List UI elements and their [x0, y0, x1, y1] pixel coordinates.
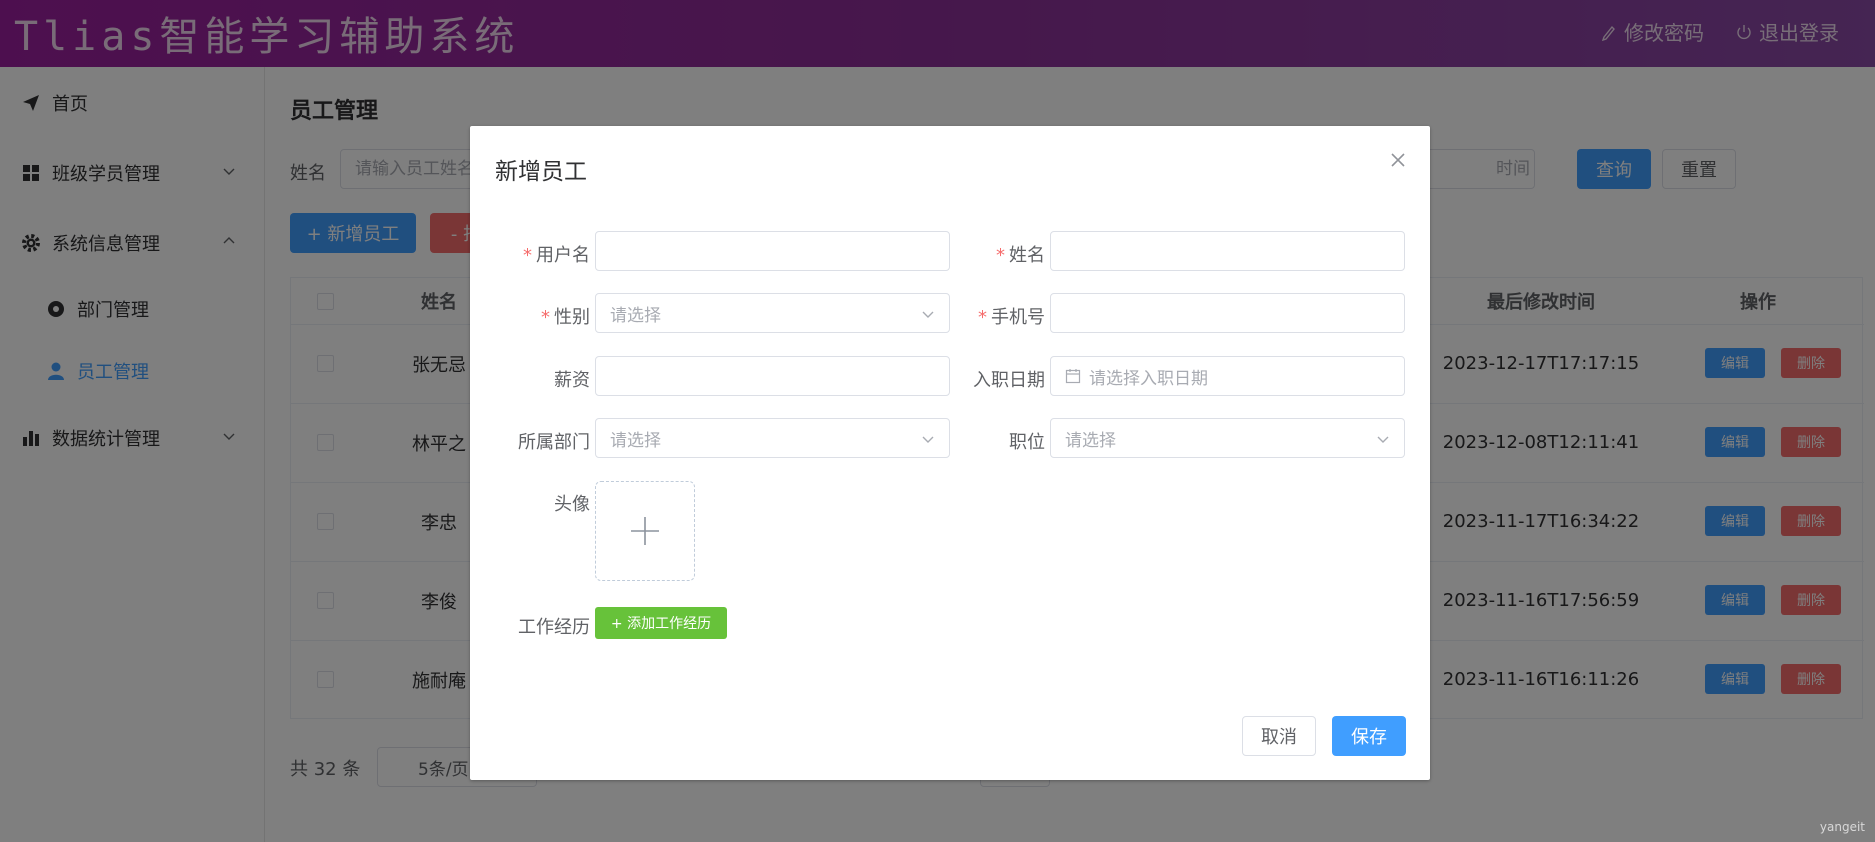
- calendar-icon: [1065, 369, 1081, 384]
- salary-label: 薪资: [554, 370, 590, 391]
- watermark: yangeit: [1819, 820, 1865, 834]
- username-label: * 用户名: [523, 245, 590, 266]
- avatar-upload[interactable]: [595, 481, 695, 581]
- avatar-label: 头像: [554, 494, 590, 515]
- salary-input[interactable]: [595, 356, 950, 396]
- work-exp-label: 工作经历: [518, 617, 590, 638]
- entry-date-picker[interactable]: 请选择入职日期: [1050, 356, 1405, 396]
- dept-label: 所属部门: [518, 432, 590, 453]
- chevron-down-icon: [1377, 436, 1389, 443]
- cancel-button[interactable]: 取消: [1242, 716, 1316, 756]
- close-icon[interactable]: [1388, 150, 1408, 170]
- username-input[interactable]: [595, 231, 950, 271]
- entry-date-label: 入职日期: [973, 370, 1045, 391]
- chevron-down-icon: [922, 311, 934, 318]
- phone-input[interactable]: [1050, 293, 1405, 333]
- job-placeholder: 请选择: [1065, 430, 1116, 451]
- add-work-exp-button[interactable]: + 添加工作经历: [595, 607, 727, 639]
- add-employee-dialog: 新增员工 * 用户名 * 姓名 * 性别 请选择 * 手机号 薪资 入职日期 请选择入职…: [470, 126, 1430, 780]
- dialog-title: 新增员工: [495, 159, 587, 185]
- job-label: 职位: [1009, 432, 1045, 453]
- gender-label: * 性别: [541, 307, 590, 328]
- gender-select[interactable]: 请选择: [595, 293, 950, 333]
- chevron-down-icon: [922, 436, 934, 443]
- gender-placeholder: 请选择: [610, 305, 661, 326]
- entry-date-placeholder: 请选择入职日期: [1089, 368, 1208, 389]
- name-input[interactable]: [1050, 231, 1405, 271]
- dept-select[interactable]: 请选择: [595, 418, 950, 458]
- job-select[interactable]: 请选择: [1050, 418, 1405, 458]
- dept-placeholder: 请选择: [610, 430, 661, 451]
- phone-label: * 手机号: [978, 307, 1045, 328]
- save-button[interactable]: 保存: [1332, 716, 1406, 756]
- name-label: * 姓名: [996, 245, 1045, 266]
- plus-icon: [631, 517, 659, 545]
